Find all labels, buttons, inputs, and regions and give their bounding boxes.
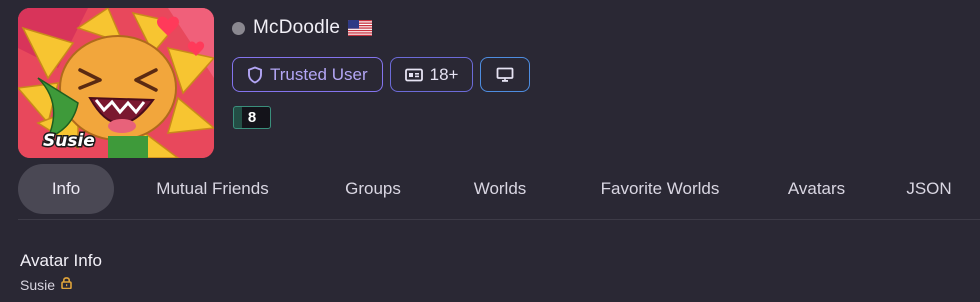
lock-icon — [61, 276, 72, 294]
trusted-user-badge[interactable]: Trusted User — [232, 57, 383, 92]
avatar-caption: Susie — [43, 131, 95, 151]
current-avatar-name[interactable]: Susie — [20, 277, 55, 293]
profile-tabs: Info Mutual Friends Groups Worlds Favori… — [18, 163, 980, 215]
profile-avatar-image[interactable]: Susie — [18, 8, 214, 158]
tab-groups[interactable]: Groups — [311, 164, 435, 214]
platform-badge[interactable] — [480, 57, 531, 92]
age-label: 18+ — [429, 64, 459, 84]
shield-icon — [247, 65, 263, 84]
username[interactable]: McDoodle — [253, 17, 340, 39]
us-flag-icon — [348, 20, 373, 36]
status-indicator — [232, 21, 245, 35]
tab-favorite-worlds[interactable]: Favorite Worlds — [565, 164, 755, 214]
tab-worlds[interactable]: Worlds — [435, 164, 565, 214]
current-avatar-row: Susie — [20, 276, 72, 294]
user-profile-page: Susie McDoodle Trusted User 18+ 8 Info M… — [0, 0, 980, 302]
tabs-divider — [18, 219, 980, 220]
monitor-icon — [496, 67, 514, 83]
badge-row: Trusted User 18+ — [232, 57, 531, 92]
tab-mutual-friends[interactable]: Mutual Friends — [114, 164, 311, 214]
trusted-user-label: Trusted User — [270, 64, 368, 84]
avatar-info-heading: Avatar Info — [20, 251, 102, 270]
age-verified-badge[interactable]: 18+ — [389, 57, 474, 92]
id-card-icon — [404, 68, 423, 82]
tab-json[interactable]: JSON — [878, 164, 980, 214]
tab-avatars[interactable]: Avatars — [755, 164, 878, 214]
username-row: McDoodle — [232, 15, 373, 41]
user-level-badge: 8 — [233, 106, 271, 129]
tab-info[interactable]: Info — [18, 164, 114, 214]
avatar-artwork: Susie — [18, 8, 214, 158]
